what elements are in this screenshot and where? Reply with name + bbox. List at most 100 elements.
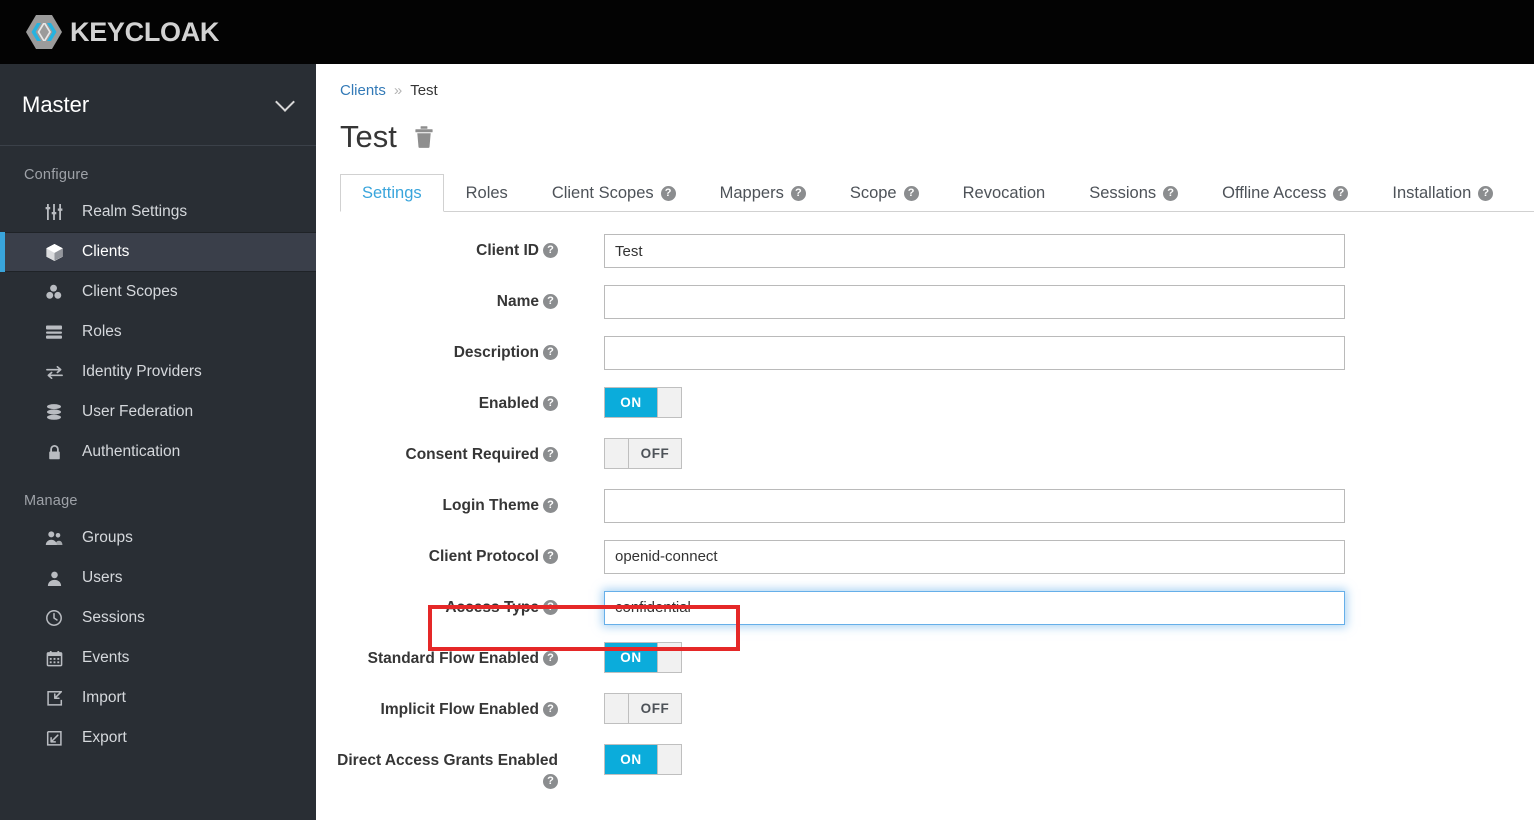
toggle-knob (657, 745, 681, 774)
keycloak-hexagon-logo-icon (24, 12, 64, 52)
tab-label: Settings (362, 183, 422, 202)
realm-selector[interactable]: Master (0, 64, 316, 146)
sidebar-item-clients[interactable]: Clients (0, 232, 316, 272)
help-icon[interactable]: ? (543, 396, 558, 412)
tab-mappers[interactable]: Mappers ? (698, 174, 828, 212)
field-label-access-type: Access Type? (316, 591, 572, 619)
sidebar-item-export[interactable]: Export (0, 718, 316, 758)
help-icon[interactable]: ? (903, 185, 919, 201)
label-text: Access Type (445, 599, 539, 616)
list-rows-icon (44, 322, 64, 342)
tab-scope[interactable]: Scope ? (828, 174, 941, 212)
description-input[interactable] (604, 336, 1345, 370)
import-arrow-icon (44, 688, 64, 708)
help-icon[interactable]: ? (543, 345, 558, 361)
help-icon[interactable]: ? (543, 600, 558, 616)
form-row-client-protocol: Client Protocol? openid-connect (316, 540, 1534, 574)
field-label-client-protocol: Client Protocol? (316, 540, 572, 568)
help-icon[interactable]: ? (543, 549, 558, 565)
sidebar-item-identity-providers[interactable]: Identity Providers (0, 352, 316, 392)
sidebar-item-label: User Federation (82, 403, 194, 420)
sidebar-item-label: Roles (82, 323, 122, 340)
sidebar-item-client-scopes[interactable]: Client Scopes (0, 272, 316, 312)
tab-roles[interactable]: Roles (444, 174, 530, 212)
sidebar-item-events[interactable]: Events (0, 638, 316, 678)
label-text: Enabled (478, 395, 539, 412)
sidebar-item-label: Identity Providers (82, 363, 202, 380)
access-type-select[interactable]: confidential (604, 591, 1345, 625)
tab-revocation[interactable]: Revocation (941, 174, 1068, 212)
label-text: Login Theme (442, 497, 539, 514)
field-label-login-theme: Login Theme? (316, 489, 572, 517)
tab-offline-access[interactable]: Offline Access ? (1200, 174, 1370, 212)
breadcrumb-separator: » (393, 82, 403, 99)
sidebar-item-authentication[interactable]: Authentication (0, 432, 316, 472)
direct-access-grants-toggle[interactable]: ON (604, 744, 682, 775)
tab-label: Mappers (719, 183, 784, 202)
toggle-knob (605, 439, 629, 468)
sidebar-item-label: Events (82, 649, 130, 666)
help-icon[interactable]: ? (1163, 185, 1179, 201)
help-icon[interactable]: ? (543, 294, 558, 310)
nav-group-title-manage: Manage (24, 493, 78, 509)
enabled-toggle[interactable]: ON (604, 387, 682, 418)
tab-bar: Settings Roles Client Scopes ? Mappers ?… (340, 174, 1534, 212)
form-row-direct-access-grants-enabled: Direct Access Grants Enabled? ON (316, 744, 1534, 793)
form-row-consent-required: Consent Required? OFF (316, 438, 1534, 472)
tab-label: Client Scopes (551, 183, 654, 202)
help-icon[interactable]: ? (1478, 185, 1494, 201)
tab-label: Offline Access (1222, 183, 1327, 202)
field-label-enabled: Enabled? (316, 387, 572, 415)
form-row-description: Description? (316, 336, 1534, 370)
sidebar-item-sessions[interactable]: Sessions (0, 598, 316, 638)
tab-installation[interactable]: Installation ? (1370, 174, 1515, 212)
help-icon[interactable]: ? (543, 651, 558, 667)
sidebar-item-groups[interactable]: Groups (0, 518, 316, 558)
standard-flow-toggle[interactable]: ON (604, 642, 682, 673)
consent-required-toggle[interactable]: OFF (604, 438, 682, 469)
toggle-knob (657, 388, 681, 417)
help-icon[interactable]: ? (543, 774, 558, 790)
label-text: Client Protocol (428, 548, 539, 565)
label-text: Direct Access Grants Enabled (337, 752, 558, 769)
sliders-icon (44, 202, 64, 222)
breadcrumb: Clients » Test (316, 64, 1534, 99)
help-icon[interactable]: ? (543, 447, 558, 463)
nav-group-title-configure: Configure (24, 167, 89, 183)
implicit-flow-toggle[interactable]: OFF (604, 693, 682, 724)
field-label-consent-required: Consent Required? (316, 438, 572, 466)
breadcrumb-link-clients[interactable]: Clients (340, 82, 386, 99)
sidebar-item-label: Groups (82, 529, 133, 546)
help-icon[interactable]: ? (660, 185, 676, 201)
label-text: Name (496, 293, 539, 310)
help-icon[interactable]: ? (543, 243, 558, 259)
sidebar-item-label: Authentication (82, 443, 181, 460)
form-row-standard-flow-enabled: Standard Flow Enabled? ON (316, 642, 1534, 676)
help-icon[interactable]: ? (1333, 185, 1349, 201)
client-id-input[interactable] (604, 234, 1345, 268)
sidebar-item-label: Client Scopes (82, 283, 178, 300)
label-text: Description (453, 344, 539, 361)
tab-label: Sessions (1089, 183, 1157, 202)
exchange-arrows-icon (44, 362, 64, 382)
brand-logo-link[interactable]: KEYCLOAK (24, 12, 219, 52)
sidebar-item-user-federation[interactable]: User Federation (0, 392, 316, 432)
tab-sessions[interactable]: Sessions ? (1067, 174, 1200, 212)
sidebar-item-roles[interactable]: Roles (0, 312, 316, 352)
name-input[interactable] (604, 285, 1345, 319)
sidebar-item-label: Import (82, 689, 126, 706)
clock-icon (44, 608, 64, 628)
help-icon[interactable]: ? (543, 498, 558, 514)
login-theme-select[interactable] (604, 489, 1345, 523)
tab-settings[interactable]: Settings (340, 174, 444, 212)
sidebar-item-realm-settings[interactable]: Realm Settings (0, 192, 316, 232)
sidebar-item-import[interactable]: Import (0, 678, 316, 718)
trash-icon[interactable] (413, 125, 435, 149)
sidebar-item-users[interactable]: Users (0, 558, 316, 598)
toggle-state-label: ON (605, 745, 657, 774)
help-icon[interactable]: ? (790, 185, 806, 201)
help-icon[interactable]: ? (543, 702, 558, 718)
form-row-access-type: Access Type? confidential (316, 591, 1534, 625)
tab-client-scopes[interactable]: Client Scopes ? (530, 174, 698, 212)
client-protocol-select[interactable]: openid-connect (604, 540, 1345, 574)
